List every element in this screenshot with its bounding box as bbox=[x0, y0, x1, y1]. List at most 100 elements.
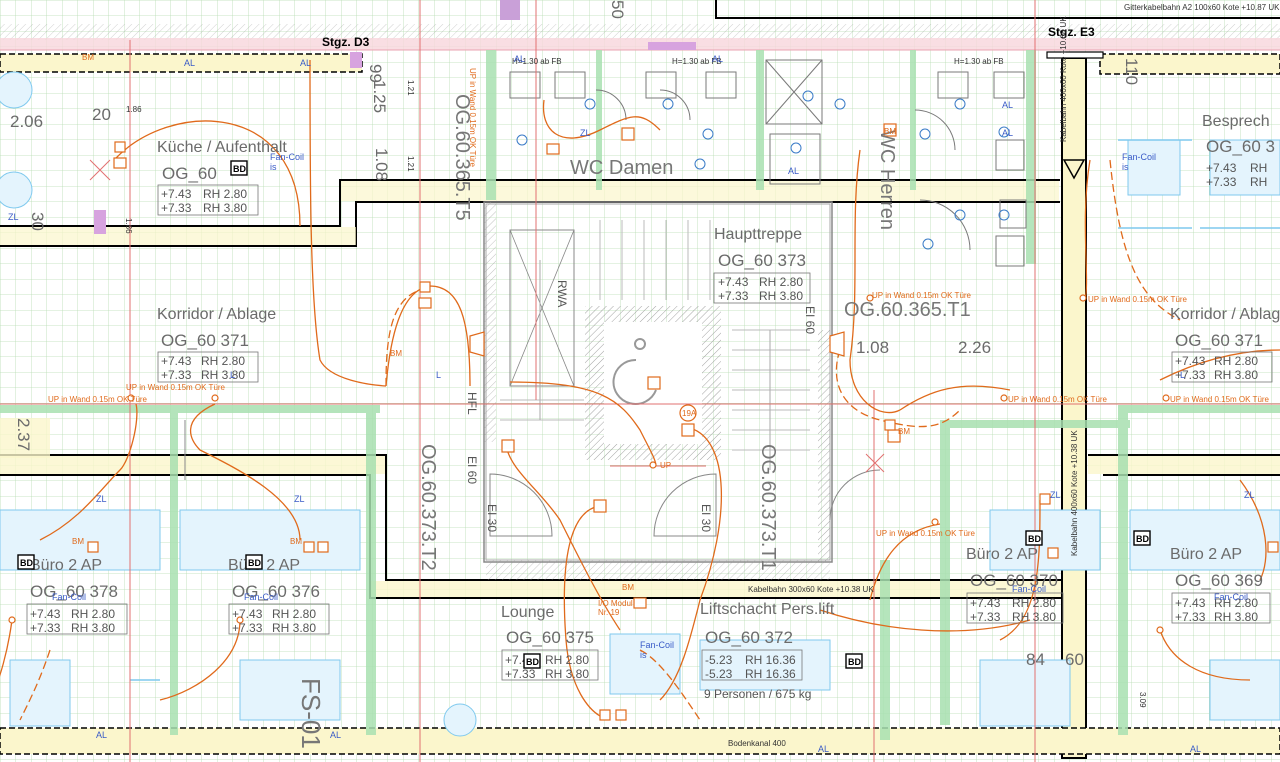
room-name-lounge: Lounge bbox=[501, 604, 554, 621]
dim-30: 30 bbox=[28, 212, 47, 231]
l-1: L bbox=[230, 370, 235, 380]
lvl1-liftschacht: -5.23 bbox=[705, 653, 733, 667]
l-2: L bbox=[436, 370, 441, 380]
room-name-buero378: Büro 2 AP bbox=[30, 557, 102, 574]
room-id-haupttreppe: OG_60 373 bbox=[718, 251, 806, 270]
dim-226: 2.26 bbox=[958, 338, 991, 357]
room-id-liftschacht: OG_60 372 bbox=[705, 628, 793, 647]
dim-206: 2.06 bbox=[10, 112, 43, 131]
bm-1: BM bbox=[82, 53, 94, 62]
cable-tray-vertical-top: Kabelbahn 400x60 Kote +10.68 UK bbox=[1059, 16, 1068, 142]
room-name-buero369: Büro 2 AP bbox=[1170, 546, 1242, 563]
zl-3: ZL bbox=[96, 494, 107, 504]
bd-1: BD bbox=[233, 164, 246, 174]
rh1-buero370: RH 2.80 bbox=[1012, 596, 1056, 610]
room-name-korridor-right: Korridor / Ablag bbox=[1170, 306, 1280, 323]
bm-5: BM bbox=[622, 583, 634, 592]
up-wand-b: UP in Wand 0.15m OK Türe bbox=[48, 395, 148, 404]
h130-c: H=1.30 ab FB bbox=[954, 57, 1004, 66]
lvl2-buero369: +7.33 bbox=[1175, 610, 1206, 624]
room-name-haupttreppe: Haupttreppe bbox=[714, 226, 802, 243]
fancoil-bespr-is: is bbox=[1122, 162, 1129, 172]
rh2-haupttreppe: RH 3.80 bbox=[759, 289, 803, 303]
dim-99: 99 bbox=[366, 64, 385, 83]
floor-channel-label: Bodenkanal 400 bbox=[728, 739, 786, 748]
label-og-365-t1: OG.60.365.T1 bbox=[844, 299, 971, 321]
dim-84: 84 bbox=[1026, 650, 1045, 669]
room-id-korridor-right: OG_60 371 bbox=[1175, 331, 1263, 350]
fancoil-lounge-is: is bbox=[640, 650, 647, 660]
label-wc-damen: WC Damen bbox=[570, 157, 673, 179]
rh1-lounge: RH 2.80 bbox=[545, 653, 589, 667]
io-modul: I/O Modul bbox=[598, 599, 633, 608]
tray-fill-upper bbox=[0, 227, 356, 245]
up-wand-f: UP in Wand 0.15m OK Türe bbox=[1170, 395, 1270, 404]
lvl2-korridor-left: +7.33 bbox=[161, 368, 192, 382]
lvl2-kueche: +7.33 bbox=[161, 201, 192, 215]
zl-1: ZL bbox=[580, 128, 591, 138]
fancoil-kueche: Fan-Coil bbox=[270, 152, 304, 162]
room-name-besprechung: Besprech bbox=[1202, 113, 1270, 130]
room-name-kueche: Küche / Aufenthalt bbox=[157, 139, 287, 156]
lvl1-besprechung: +7.43 bbox=[1206, 161, 1237, 175]
bm-7: BM bbox=[290, 537, 302, 546]
dim-60: 60 bbox=[1065, 650, 1084, 669]
al-8: AL bbox=[96, 730, 107, 740]
lvl1-buero370: +7.43 bbox=[970, 596, 1001, 610]
lvl2-buero376: +7.33 bbox=[232, 621, 263, 635]
dim-121a: 1.21 bbox=[406, 80, 415, 96]
room-id-lounge: OG_60 375 bbox=[506, 628, 594, 647]
fancoil-369: Fan-Coil bbox=[1214, 592, 1248, 602]
al-9: AL bbox=[330, 730, 341, 740]
cable-tray-a2-label: Gitterkabelbahn A2 100x60 Kote +10.87 UK bbox=[1124, 3, 1280, 12]
r19a: 19A bbox=[682, 409, 697, 418]
up-wand-d: UP in Wand 0.15m OK Türe bbox=[1088, 295, 1188, 304]
rh1-haupttreppe: RH 2.80 bbox=[759, 275, 803, 289]
rh2-korridor-left: RH 3.80 bbox=[201, 368, 245, 382]
al-7: AL bbox=[1002, 128, 1013, 138]
al-3: AL bbox=[514, 54, 525, 64]
bd-5: BD bbox=[848, 657, 861, 667]
bd-3: BD bbox=[248, 558, 261, 568]
rh2-korridor-right: RH 3.80 bbox=[1214, 368, 1258, 382]
bd-7: BD bbox=[1136, 534, 1149, 544]
al-5: AL bbox=[788, 166, 799, 176]
up-wand-e: UP in Wand 0.15m OK Türe bbox=[1008, 395, 1108, 404]
bm-2: BM bbox=[390, 349, 402, 358]
room-id-buero369: OG_60 369 bbox=[1175, 571, 1263, 590]
label-ei30-b: EI 30 bbox=[699, 504, 713, 532]
al-4: AL bbox=[712, 54, 723, 64]
up-wand-g: UP in Wand 0.15m OK Türe bbox=[876, 529, 976, 538]
dim-237: 2.37 bbox=[14, 418, 33, 451]
rh2-buero370: RH 3.80 bbox=[1012, 610, 1056, 624]
floor-channel bbox=[0, 727, 1280, 755]
stair-e3-label: Stgz. E3 bbox=[1048, 25, 1095, 39]
lvl2-haupttreppe: +7.33 bbox=[718, 289, 749, 303]
rh2-buero378: RH 3.80 bbox=[71, 621, 115, 635]
top-wall-pink bbox=[0, 38, 1280, 50]
room-name-liftschacht: Liftschacht Pers.lift bbox=[700, 601, 835, 618]
tray-fill-upper2 bbox=[341, 181, 1059, 201]
lvl2-buero370: +7.33 bbox=[970, 610, 1001, 624]
al-2: AL bbox=[300, 58, 311, 68]
fancoil-lounge: Fan-Coil bbox=[640, 640, 674, 650]
floor-plan: Küche / Aufenthalt OG_60 +7.43 RH 2.80 +… bbox=[0, 0, 1280, 762]
rh1-kueche: RH 2.80 bbox=[203, 187, 247, 201]
lvl1-kueche: +7.43 bbox=[161, 187, 192, 201]
label-hfl: HFL bbox=[465, 392, 479, 415]
io-nr: Nr. 19 bbox=[598, 608, 620, 617]
dim-186b: 1.86 bbox=[124, 218, 133, 234]
zl-5: ZL bbox=[1050, 490, 1061, 500]
fancoil-370: Fan-Coil bbox=[1012, 584, 1046, 594]
rh1-buero376: RH 2.80 bbox=[272, 607, 316, 621]
lvl1-buero378: +7.43 bbox=[30, 607, 61, 621]
al-11: AL bbox=[1190, 744, 1201, 754]
zl-4: ZL bbox=[294, 494, 305, 504]
al-1: AL bbox=[184, 58, 195, 68]
label-fs: FS-01 bbox=[296, 678, 326, 749]
up-wand-c: UP in Wand 0.15m OK Türe bbox=[872, 291, 972, 300]
label-ei30-a: EI 30 bbox=[485, 504, 499, 532]
up-label: UP bbox=[660, 461, 671, 470]
bd-6: BD bbox=[1028, 534, 1041, 544]
up-wand-a: UP in Wand 0.15m OK Türe bbox=[126, 383, 226, 392]
